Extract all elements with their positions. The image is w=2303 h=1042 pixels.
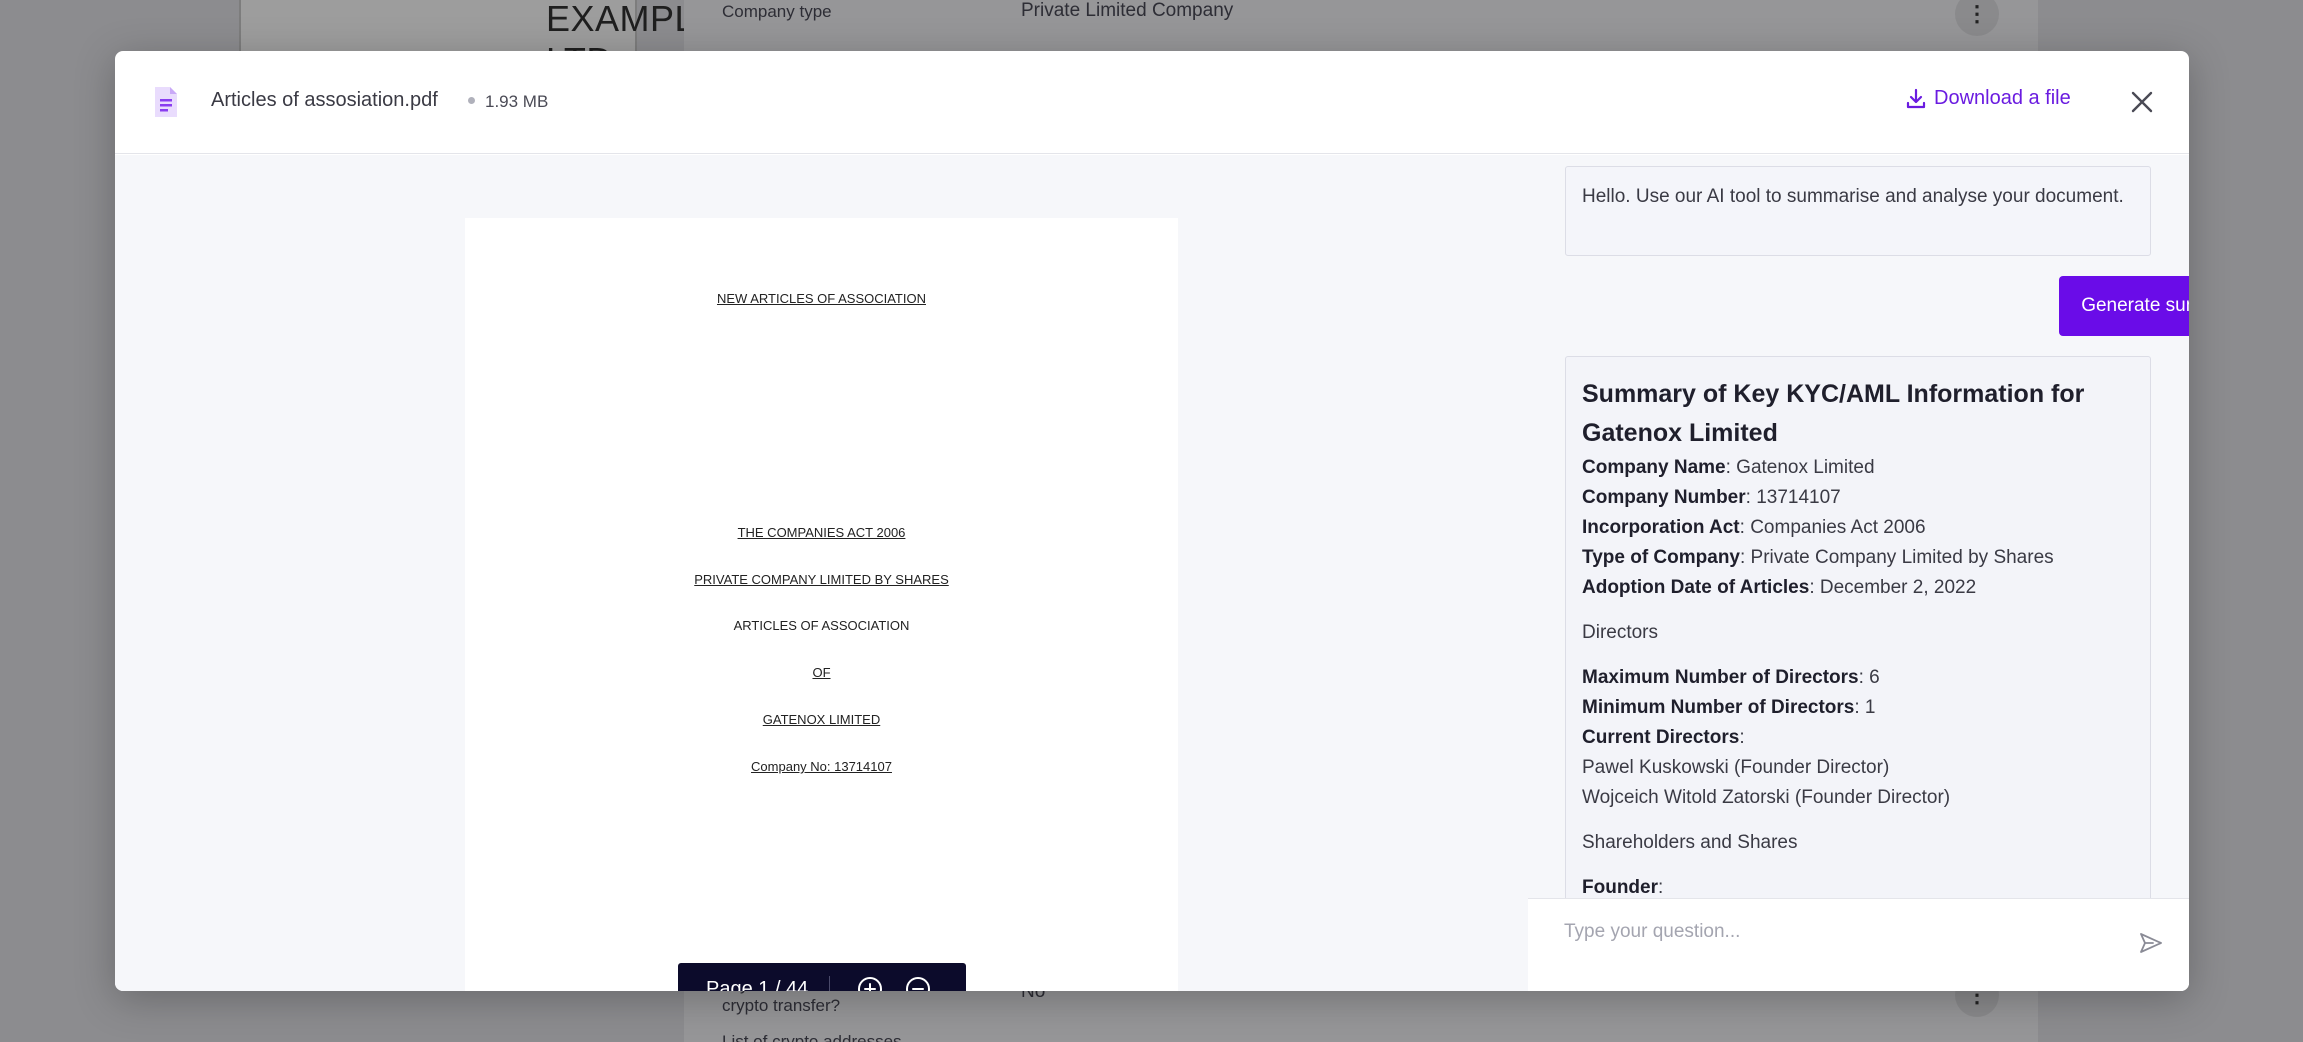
pdf-heading: NEW ARTICLES OF ASSOCIATION	[716, 291, 926, 306]
summary-section-heading: Shareholders and Shares	[1582, 832, 1798, 853]
ai-conversation[interactable]: Hello. Use our AI tool to summarise and …	[1528, 155, 2189, 898]
pdf-file-icon	[155, 87, 177, 117]
summary-item: Adoption Date of Articles: December 2, 2…	[1582, 577, 1977, 598]
pdf-of-line: OF	[812, 665, 831, 680]
pdf-company-type-line: PRIVATE COMPANY LIMITED BY SHARES	[694, 572, 949, 587]
download-label: Download a file	[1934, 87, 2071, 109]
director-name: Wojceich Witold Zatorski (Founder Direct…	[1582, 787, 1951, 808]
ai-greeting-message: Hello. Use our AI tool to summarise and …	[1565, 166, 2151, 256]
summary-item: Current Directors:	[1582, 727, 1745, 748]
pdf-page: NEW ARTICLES OF ASSOCIATION THE COMPANIE…	[465, 218, 1178, 991]
summary-item: Company Number: 13714107	[1582, 487, 1841, 508]
document-preview-modal: Articles of assosiation.pdf 1.93 MB Down…	[115, 51, 2189, 991]
zoom-out-icon[interactable]	[904, 975, 936, 991]
pdf-company-number-line: Company No: 13714107	[751, 759, 892, 774]
company-type-value: Private Limited Company	[1021, 0, 1234, 21]
file-name: Articles of assosiation.pdf	[211, 89, 438, 111]
page-indicator: Page 1 / 44	[706, 978, 809, 991]
summary-section-heading: Directors	[1582, 622, 1659, 643]
pdf-act-line: THE COMPANIES ACT 2006	[737, 525, 906, 540]
summary-item: Maximum Number of Directors: 6	[1582, 667, 1880, 688]
summary-item: Type of Company: Private Company Limited…	[1582, 547, 2054, 568]
page-controls: Page 1 / 44	[678, 963, 966, 991]
company-type-label: Company type	[722, 2, 832, 21]
generate-summary-button[interactable]: Generate summary	[2059, 276, 2189, 336]
crypto-addresses-label: List of crypto addresses	[722, 1032, 902, 1042]
pdf-viewer[interactable]: NEW ARTICLES OF ASSOCIATION THE COMPANIE…	[115, 155, 1528, 991]
separator-dot	[468, 97, 475, 104]
summary-item: Minimum Number of Directors: 1	[1582, 697, 1876, 718]
close-icon[interactable]	[2127, 87, 2157, 117]
ai-summary-message: Summary of Key KYC/AML Information for G…	[1565, 356, 2151, 898]
page-controls-divider	[829, 976, 830, 991]
summary-item: Company Name: Gatenox Limited	[1582, 457, 1875, 478]
summary-item: Founder:	[1582, 877, 1664, 898]
pdf-company-name-line: GATENOX LIMITED	[762, 712, 881, 727]
director-name: Pawel Kuskowski (Founder Director)	[1582, 757, 1890, 778]
send-icon[interactable]	[2139, 932, 2163, 954]
question-bar	[1528, 898, 2189, 991]
download-file-button[interactable]: Download a file	[1906, 87, 2071, 110]
question-input[interactable]	[1564, 917, 2104, 947]
company-card: EXAMPLE LTD	[239, 0, 719, 81]
summary-title: Summary of Key KYC/AML Information for G…	[1582, 380, 2085, 447]
download-icon	[1906, 88, 1926, 108]
summary-item: Incorporation Act: Companies Act 2006	[1582, 517, 1926, 538]
modal-header: Articles of assosiation.pdf 1.93 MB Down…	[115, 51, 2189, 154]
file-size: 1.93 MB	[485, 92, 549, 111]
pdf-articles-line: ARTICLES OF ASSOCIATION	[733, 618, 910, 633]
ai-assistant-panel: Hello. Use our AI tool to summarise and …	[1528, 155, 2189, 991]
zoom-in-icon[interactable]	[856, 975, 888, 991]
